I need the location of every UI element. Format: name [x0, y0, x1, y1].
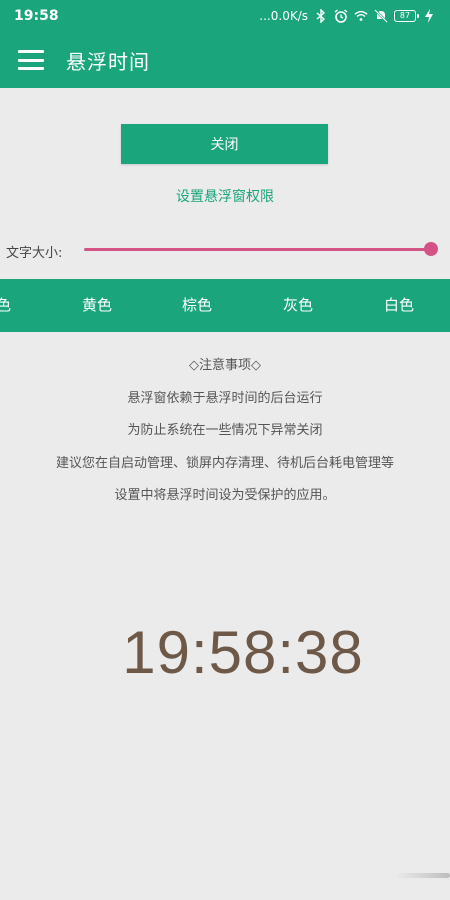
- gesture-bar: [395, 873, 450, 878]
- battery-level: 87: [399, 11, 411, 20]
- set-overlay-permission-link[interactable]: 设置悬浮窗权限: [0, 186, 450, 206]
- color-option-white[interactable]: 白色: [384, 279, 414, 332]
- color-option-partial[interactable]: 色: [0, 279, 11, 332]
- note-line: 悬浮窗依赖于悬浮时间的后台运行: [127, 390, 323, 406]
- color-selector-bar[interactable]: 色 黄色 棕色 灰色 白色: [0, 279, 450, 332]
- bluetooth-icon: [314, 9, 328, 23]
- color-option-yellow[interactable]: 黄色: [82, 279, 112, 332]
- close-button[interactable]: 关闭: [121, 124, 328, 164]
- hamburger-menu-icon[interactable]: [18, 50, 44, 70]
- color-option-brown[interactable]: 棕色: [182, 279, 212, 332]
- font-size-slider-track[interactable]: [84, 248, 432, 251]
- app-bar: 悬浮时间: [0, 32, 450, 88]
- font-size-slider-thumb[interactable]: [424, 242, 438, 256]
- floating-clock-display: 19:58:38: [122, 619, 364, 686]
- notes-heading: ◇注意事项◇: [189, 358, 261, 373]
- note-line: 为防止系统在一些情况下异常关闭: [127, 423, 323, 438]
- font-size-label: 文字大小:: [6, 246, 63, 261]
- note-line: 设置中将悬浮时间设为受保护的应用。: [114, 488, 336, 503]
- color-option-gray[interactable]: 灰色: [283, 279, 313, 332]
- note-line: 建议您在自启动管理、锁屏内存清理、待机后台耗电管理等: [55, 455, 394, 471]
- app-title: 悬浮时间: [66, 49, 150, 74]
- status-icons: ...0.0K/s 87: [259, 9, 436, 23]
- alarm-icon: [334, 9, 348, 23]
- status-bar: 19:58 ...0.0K/s 87: [0, 0, 450, 32]
- network-speed: ...0.0K/s: [259, 9, 308, 23]
- wifi-icon: [354, 9, 368, 23]
- battery-icon: 87: [394, 10, 419, 22]
- notes-section: ◇注意事项◇ 悬浮窗依赖于悬浮时间的后台运行 为防止系统在一些情况下异常关闭 建…: [0, 355, 450, 518]
- silent-icon: [374, 9, 388, 23]
- charging-icon: [422, 9, 436, 23]
- status-time: 19:58: [14, 8, 59, 24]
